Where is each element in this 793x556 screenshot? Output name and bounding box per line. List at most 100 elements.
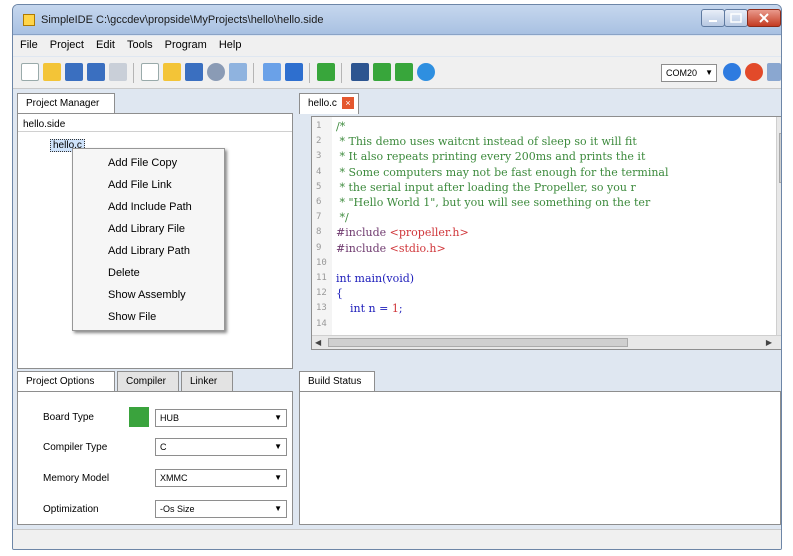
load-eeprom-icon[interactable] xyxy=(395,63,413,81)
menu-delete[interactable]: Delete xyxy=(108,267,140,279)
tab-build-status[interactable]: Build Status xyxy=(299,371,375,392)
tab-compiler[interactable]: Compiler xyxy=(117,371,179,391)
tab-hello-c[interactable]: hello.c × xyxy=(299,93,359,114)
menu-edit[interactable]: Edit xyxy=(89,36,120,51)
toolbar-separator xyxy=(309,63,310,83)
code-line: * "Hello World 1", but you will see some… xyxy=(336,196,651,209)
maximize-icon xyxy=(730,13,742,23)
build-status-panel[interactable] xyxy=(299,391,781,525)
save-icon[interactable] xyxy=(65,63,83,81)
line-number: 5 xyxy=(316,181,322,192)
tab-project-manager[interactable]: Project Manager xyxy=(17,93,115,114)
refresh-ports-icon[interactable] xyxy=(723,63,741,81)
horizontal-scrollbar[interactable]: ◀ ▶ xyxy=(312,335,781,349)
menu-file[interactable]: File xyxy=(13,36,43,51)
forward-arrow-icon[interactable] xyxy=(285,63,303,81)
title-bar[interactable]: SimpleIDE C:\gccdev\propside\MyProjects\… xyxy=(13,5,781,35)
back-arrow-icon[interactable] xyxy=(263,63,281,81)
window-title: SimpleIDE C:\gccdev\propside\MyProjects\… xyxy=(41,14,324,26)
menu-add-library-file[interactable]: Add Library File xyxy=(108,223,185,235)
scroll-down-icon[interactable]: ▼ xyxy=(780,324,781,333)
code-line: * This demo uses waitcnt instead of slee… xyxy=(336,135,637,149)
code-line: int main(void) xyxy=(336,272,415,285)
menu-tools[interactable]: Tools xyxy=(120,36,158,51)
line-number: 9 xyxy=(316,242,322,253)
chevron-down-icon: ▼ xyxy=(705,68,713,77)
scroll-left-icon[interactable]: ◀ xyxy=(315,338,321,347)
line-number: 13 xyxy=(316,303,327,314)
menu-program[interactable]: Program xyxy=(158,36,212,51)
download-icon[interactable] xyxy=(317,63,335,81)
line-number: 2 xyxy=(316,136,322,147)
menu-show-assembly[interactable]: Show Assembly xyxy=(108,289,186,301)
h-scroll-thumb[interactable] xyxy=(328,338,628,347)
toolbar-separator xyxy=(253,63,254,83)
terminal-icon[interactable] xyxy=(767,63,781,81)
tab-linker[interactable]: Linker xyxy=(181,371,233,391)
toolbar-separator xyxy=(133,63,134,83)
code-line: */ xyxy=(336,211,349,225)
tab-label: hello.c xyxy=(308,98,337,109)
minimize-button[interactable] xyxy=(701,9,725,27)
menu-add-include-path[interactable]: Add Include Path xyxy=(108,201,192,213)
scroll-thumb[interactable] xyxy=(779,133,781,183)
run-terminal-icon[interactable] xyxy=(417,63,435,81)
load-ram-icon[interactable] xyxy=(373,63,391,81)
memory-model-select[interactable]: XMMC ▼ xyxy=(155,469,287,487)
line-number: 8 xyxy=(316,227,322,238)
code-line: int n = 1; xyxy=(336,302,403,316)
maximize-button[interactable] xyxy=(724,9,748,27)
compiler-type-value: C xyxy=(160,442,167,452)
new-file-icon[interactable] xyxy=(21,63,39,81)
menu-project[interactable]: Project xyxy=(43,36,89,51)
minimize-icon xyxy=(709,20,717,22)
board-puzzle-icon[interactable] xyxy=(129,407,149,427)
close-button[interactable] xyxy=(747,9,781,27)
code-line: * Some computers may not be fast enough … xyxy=(336,165,669,179)
new-project-icon[interactable] xyxy=(141,63,159,81)
code-line: { xyxy=(336,287,343,301)
port-value: COM20 xyxy=(666,68,698,78)
open-folder-icon[interactable] xyxy=(43,63,61,81)
code-line: * It also repeats printing every 200ms a… xyxy=(336,150,646,164)
menu-add-file-copy[interactable]: Add File Copy xyxy=(108,157,177,169)
open-project-icon[interactable] xyxy=(163,63,181,81)
menu-help[interactable]: Help xyxy=(212,36,247,51)
close-tab-icon[interactable]: × xyxy=(342,97,354,109)
menu-add-file-link[interactable]: Add File Link xyxy=(108,179,172,191)
tab-project-options[interactable]: Project Options xyxy=(17,371,115,392)
line-number: 10 xyxy=(316,257,327,268)
optimization-select[interactable]: -Os Size ▼ xyxy=(155,500,287,518)
line-number: 1 xyxy=(316,121,322,131)
save-project-icon[interactable] xyxy=(185,63,203,81)
save-as-icon[interactable] xyxy=(87,63,105,81)
line-number: 11 xyxy=(316,273,327,283)
compiler-type-select[interactable]: C ▼ xyxy=(155,438,287,456)
menu-bar: File Project Edit Tools Program Help xyxy=(13,36,781,56)
line-gutter xyxy=(312,117,332,335)
reset-power-icon[interactable] xyxy=(745,63,763,81)
properties-icon[interactable] xyxy=(207,63,225,81)
menu-show-file[interactable]: Show File xyxy=(108,311,156,323)
print-icon[interactable] xyxy=(109,63,127,81)
main-window: SimpleIDE C:\gccdev\propside\MyProjects\… xyxy=(12,4,782,550)
optimization-label: Optimization xyxy=(43,504,99,515)
tree-project-root[interactable]: hello.side xyxy=(23,119,65,130)
menu-add-library-path[interactable]: Add Library Path xyxy=(108,245,190,257)
scroll-up-icon[interactable]: ▲ xyxy=(780,119,781,128)
code-line: * the serial input after loading the Pro… xyxy=(336,180,636,194)
chevron-down-icon: ▼ xyxy=(274,413,282,422)
tools-icon[interactable] xyxy=(229,63,247,81)
scroll-right-icon[interactable]: ▶ xyxy=(766,338,772,347)
toolbar-separator xyxy=(341,63,342,83)
port-select[interactable]: COM20 ▼ xyxy=(661,64,717,82)
context-menu: Add File Copy Add File Link Add Include … xyxy=(72,148,225,331)
vertical-scrollbar[interactable]: ▲ ▼ xyxy=(776,117,781,335)
build-hammer-icon[interactable] xyxy=(351,63,369,81)
board-type-label: Board Type xyxy=(43,412,94,423)
line-number: 3 xyxy=(316,151,322,162)
board-type-select[interactable]: HUB ▼ xyxy=(155,409,287,427)
app-icon xyxy=(23,14,35,26)
code-editor[interactable]: 1 2 3 4 5 6 7 8 9 10 11 12 13 14 /* * This demo uses … xyxy=(311,116,781,350)
code-line: #include <propeller.h> xyxy=(336,226,469,240)
